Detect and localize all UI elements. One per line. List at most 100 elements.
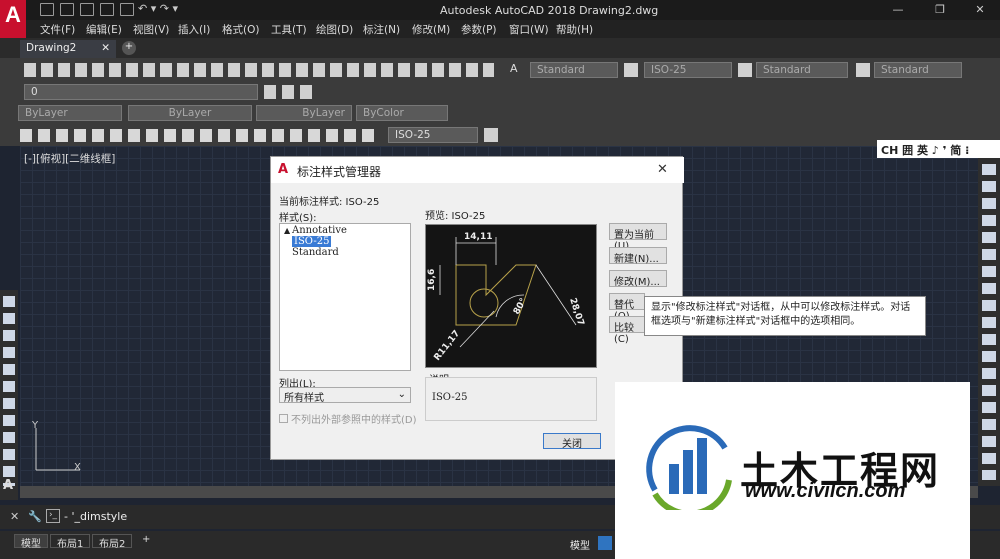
dim-label-angle: 80° — [512, 297, 529, 317]
ucs-icon: Y X — [31, 420, 81, 473]
menu-view[interactable]: 视图(V) — [133, 22, 169, 37]
menu-help[interactable]: 帮助(H) — [556, 22, 593, 37]
new-tab-button[interactable]: + — [122, 41, 136, 55]
mleader-style-icon — [856, 63, 870, 77]
color-combo[interactable]: ByLayer — [18, 105, 122, 121]
tab-close-icon[interactable]: ✕ — [101, 42, 110, 54]
layout-tab-model[interactable]: 模型 — [14, 534, 48, 550]
checkbox-icon[interactable] — [279, 414, 288, 423]
dim-label-radius: R11,17 — [432, 329, 462, 363]
standard-toolbar-icons[interactable] — [24, 63, 494, 77]
dim-label-top: 14,11 — [464, 232, 492, 242]
menu-edit[interactable]: 编辑(E) — [86, 22, 122, 37]
dialog-close-icon[interactable]: ✕ — [657, 162, 668, 177]
civilcn-logo-icon — [646, 425, 732, 510]
styles-list[interactable]: ▲ Annotative ISO-25 Standard — [279, 223, 411, 371]
command-prompt-icon: ›_ — [46, 509, 60, 523]
save-icon[interactable] — [80, 3, 94, 16]
modify-style-button[interactable]: 修改(M)... — [609, 270, 667, 288]
restore-icon[interactable]: ❐ — [930, 3, 950, 17]
ime-toolbar[interactable]: CH 囲 英 ♪ ❜ 简 ⁝ — [877, 140, 1000, 158]
text-style-icon: A — [510, 62, 518, 75]
menu-window[interactable]: 窗口(W) — [509, 22, 549, 37]
annotative-icon: ▲ — [284, 226, 291, 235]
linetype-combo[interactable]: ByLayer — [128, 105, 252, 121]
dim-style-combo-2[interactable]: ISO-25 — [388, 127, 478, 143]
description-value: ISO-25 — [432, 392, 468, 403]
menu-format[interactable]: 格式(O) — [222, 22, 259, 37]
add-layout-button[interactable]: + — [136, 534, 156, 548]
description-box: ISO-25 — [425, 377, 597, 421]
menu-draw[interactable]: 绘图(D) — [316, 22, 353, 37]
list-item[interactable]: Annotative — [292, 225, 347, 236]
document-tab-bar — [0, 38, 1000, 58]
styles-label: 样式(S): — [279, 213, 317, 224]
viewport-label[interactable]: [-][俯视][二维线框] — [24, 151, 115, 166]
menu-tools[interactable]: 工具(T) — [271, 22, 307, 37]
dialog-title-bar: 标注样式管理器 — [271, 157, 684, 183]
dim-label-left: 16,6 — [427, 269, 437, 291]
menu-parametric[interactable]: 参数(P) — [461, 22, 497, 37]
new-icon[interactable] — [40, 3, 54, 16]
undo-icon[interactable]: ↶ ▾ ↷ ▾ — [138, 2, 178, 15]
mleader-style-combo[interactable]: Standard — [874, 62, 962, 78]
draw-tool-icons[interactable] — [3, 296, 15, 486]
tab-label: Drawing2 — [26, 42, 77, 54]
close-icon[interactable]: ✕ — [970, 3, 990, 17]
text-tool-icon[interactable]: A — [3, 478, 13, 493]
xref-checkbox-label: 不列出外部参照中的样式(D) — [291, 415, 417, 426]
tab-drawing2[interactable]: Drawing2 ✕ — [20, 40, 116, 58]
set-current-button[interactable]: 置为当前(U) — [609, 223, 667, 252]
svg-text:Y: Y — [31, 420, 39, 431]
close-icon[interactable]: ✕ — [10, 510, 19, 523]
tooltip: 显示"修改标注样式"对话框，从中可以修改标注样式。对话框选项与"新建标注样式"对… — [644, 296, 926, 336]
xref-checkbox[interactable]: 不列出外部参照中的样式(D) — [279, 411, 417, 426]
list-item[interactable]: Standard — [292, 247, 339, 258]
close-button[interactable]: 关闭 — [543, 433, 601, 450]
list-filter-combo[interactable]: 所有样式 ⌄ — [279, 387, 411, 404]
menu-insert[interactable]: 插入(I) — [178, 22, 210, 37]
dialog-title: 标注样式管理器 — [297, 165, 382, 179]
saveas-icon[interactable] — [100, 3, 114, 16]
layout-tab-1[interactable]: 布局1 — [50, 534, 91, 550]
menu-dimension[interactable]: 标注(N) — [363, 22, 400, 37]
preview-label: 预览: ISO-25 — [425, 211, 486, 222]
text-style-combo[interactable]: Standard — [530, 62, 618, 78]
new-style-button[interactable]: 新建(N)... — [609, 247, 667, 265]
modify-tool-icons[interactable] — [982, 164, 996, 480]
style-preview: 14,11 16,6 28,07 80° R11,17 — [425, 224, 597, 368]
svg-text:X: X — [74, 462, 81, 473]
list-item-selected[interactable]: ISO-25 — [292, 236, 332, 247]
table-style-icon — [738, 63, 752, 77]
grid-icon[interactable] — [598, 536, 612, 550]
chevron-down-icon: ⌄ — [397, 389, 406, 400]
override-button[interactable]: 替代(O) — [609, 293, 645, 322]
model-space-button[interactable]: 模型 — [570, 537, 590, 552]
minimize-icon[interactable]: — — [888, 3, 908, 17]
watermark-url: www.civilcn.com — [745, 480, 906, 502]
menu-modify[interactable]: 修改(M) — [412, 22, 450, 37]
open-icon[interactable] — [60, 3, 74, 16]
table-style-combo[interactable]: Standard — [756, 62, 848, 78]
plotstyle-combo[interactable]: ByColor — [356, 105, 448, 121]
dialog-autocad-icon: A — [278, 162, 289, 177]
wrench-icon[interactable]: 🔧 — [28, 510, 42, 523]
compare-button[interactable]: 比较(C) — [609, 316, 645, 345]
dimension-toolbar-icons[interactable] — [20, 129, 380, 142]
layer-combo[interactable]: 0 — [24, 84, 258, 100]
current-style-label: 当前标注样式: ISO-25 — [279, 197, 380, 208]
dim-style-icon — [624, 63, 638, 77]
dim-label-right: 28,07 — [567, 297, 585, 327]
print-icon[interactable] — [120, 3, 134, 16]
command-input[interactable]: - '_dimstyle — [64, 510, 127, 523]
dimension-preview-graphic: 14,11 16,6 28,07 80° R11,17 — [427, 232, 585, 363]
dim-style-combo[interactable]: ISO-25 — [644, 62, 732, 78]
dim-style-manager-icon[interactable] — [484, 128, 498, 142]
lineweight-combo[interactable]: ByLayer — [256, 105, 352, 121]
command-text: '_dimstyle — [71, 510, 128, 523]
autocad-logo[interactable]: A — [0, 0, 26, 42]
layout-tab-2[interactable]: 布局2 — [92, 534, 133, 550]
app-title: Autodesk AutoCAD 2018 Drawing2.dwg — [440, 4, 659, 17]
layer-tool-icons[interactable] — [264, 85, 314, 99]
menu-file[interactable]: 文件(F) — [40, 22, 75, 37]
